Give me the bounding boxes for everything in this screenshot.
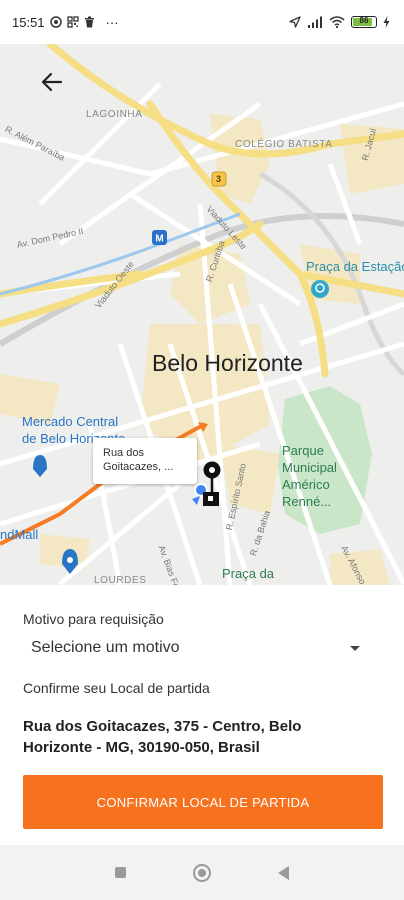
map-label-lourdes: LOURDES <box>94 575 147 585</box>
route-badge: 3 <box>216 174 222 184</box>
status-time: 15:51 <box>12 14 45 30</box>
reason-label: Motivo para requisição <box>23 611 164 627</box>
more-notifications-icon: ··· <box>105 14 119 30</box>
confirm-location-label: Confirme seu Local de partida <box>23 680 210 696</box>
reason-dropdown[interactable]: Selecione um motivo <box>23 635 368 661</box>
recents-icon <box>115 867 127 878</box>
caret-down-icon <box>350 645 360 651</box>
whatsapp-icon <box>49 16 62 28</box>
map-label-lagoinha: LAGOINHA <box>86 109 143 120</box>
back-button[interactable] <box>36 66 68 98</box>
home-button[interactable] <box>187 858 217 888</box>
confirm-departure-button[interactable]: CONFIRMAR LOCAL DE PARTIDA <box>23 775 383 829</box>
map-view[interactable]: M LAGOINHA COLÉGIO BATISTA R. Além Paraí… <box>0 44 404 585</box>
departure-panel: Motivo para requisição Selecione um moti… <box>0 585 404 845</box>
back-arrow-icon <box>41 72 63 92</box>
status-right: 86 <box>289 16 390 28</box>
location-callout[interactable]: Rua dos Goitacazes, ... <box>93 438 197 484</box>
qr-code-icon <box>66 16 79 28</box>
signal-icon <box>307 16 323 28</box>
map-label-parque: Parque Municipal Américo Renné... <box>282 443 337 509</box>
home-icon <box>192 863 211 882</box>
battery-level: 86 <box>359 16 369 25</box>
reason-dropdown-value: Selecione um motivo <box>31 639 180 656</box>
trash-icon <box>84 16 95 28</box>
map-label-praca-estacao: Praça da Estação <box>306 259 404 274</box>
battery-icon: 86 <box>351 16 377 28</box>
status-left: 15:51 ··· <box>12 15 119 30</box>
departure-address: Rua dos Goitacazes, 375 - Centro, Belo H… <box>23 718 302 756</box>
recents-button[interactable] <box>106 858 136 888</box>
back-triangle-icon <box>277 865 289 880</box>
system-nav-bar <box>0 845 404 900</box>
wifi-icon <box>329 16 345 28</box>
svg-text:M: M <box>155 234 163 245</box>
map-label-praca-da: Praça da <box>222 566 275 581</box>
map-canvas: M <box>0 44 404 585</box>
system-back-button[interactable] <box>268 858 298 888</box>
charging-icon <box>383 16 390 28</box>
location-arrow-icon <box>289 16 301 28</box>
callout-text: Rua dos Goitacazes, ... <box>103 447 174 473</box>
status-bar: 15:51 ··· 86 <box>0 0 404 44</box>
map-label-colegio-batista: COLÉGIO BATISTA <box>235 139 333 150</box>
map-label-andmall: ndMall <box>0 527 39 542</box>
map-label-city: Belo Horizonte <box>152 350 303 376</box>
